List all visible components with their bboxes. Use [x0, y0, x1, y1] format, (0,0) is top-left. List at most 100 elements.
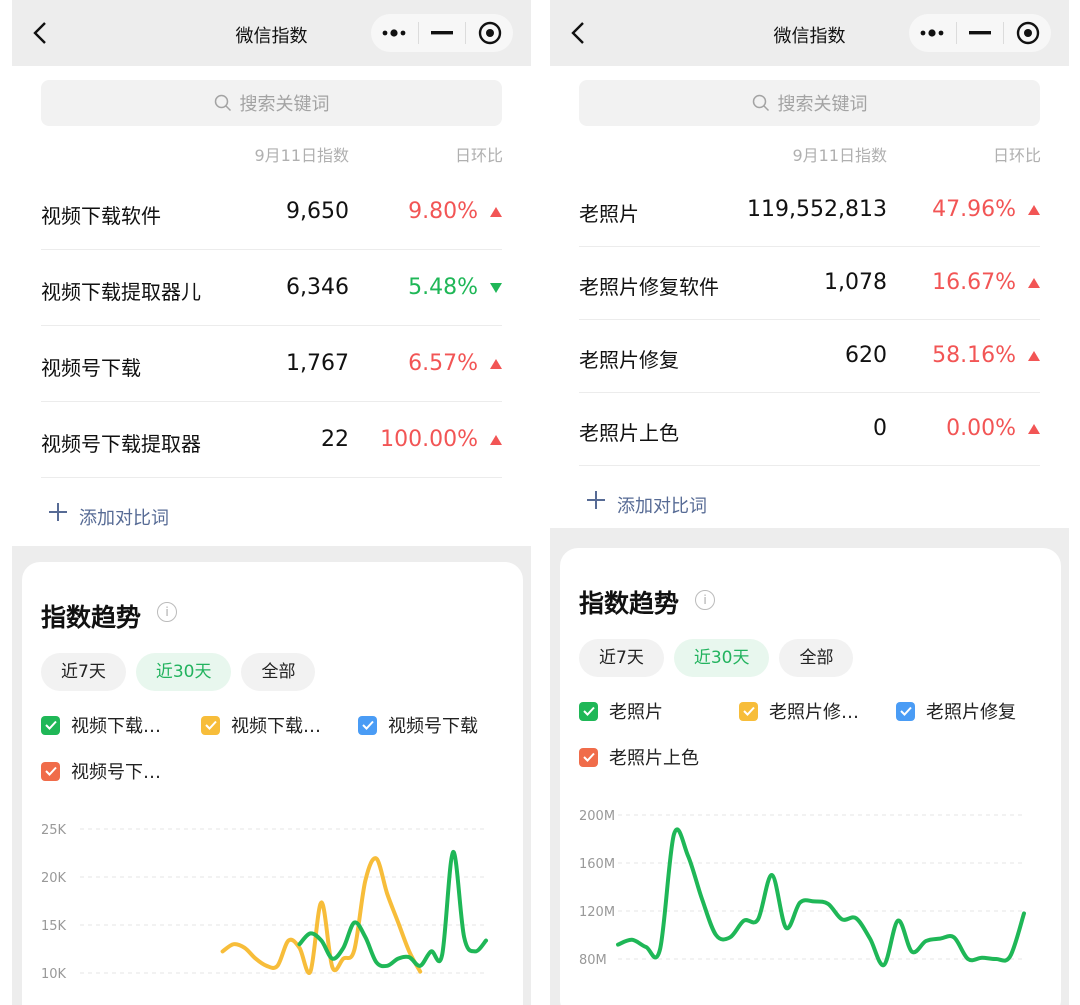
- search-placeholder: 搜索关键词: [777, 94, 868, 115]
- period-tab[interactable]: 近30天: [673, 639, 770, 677]
- y-tick-label: 25K: [41, 823, 67, 838]
- legend-label: 老照片上色: [609, 748, 699, 769]
- legend-item[interactable]: 视频下载…: [41, 712, 161, 738]
- day-over-day-ratio: 58.16%: [932, 343, 1016, 368]
- ratio-column-header: 日环比: [454, 146, 503, 165]
- search-icon: [752, 94, 769, 112]
- index-value: 1,767: [286, 351, 349, 376]
- day-over-day-ratio: 100.00%: [380, 427, 478, 452]
- keyword-term: 老照片修复: [579, 348, 679, 372]
- checkbox-icon: [41, 761, 60, 781]
- day-over-day-ratio: 47.96%: [932, 197, 1016, 222]
- index-value: 6,346: [286, 275, 349, 300]
- search-icon: [214, 94, 231, 112]
- plus-icon: [49, 503, 67, 521]
- legend-label: 老照片: [609, 702, 663, 723]
- ratio-column-header: 日环比: [992, 146, 1041, 165]
- period-tabs: 近7天 近30天 全部: [41, 653, 316, 691]
- day-over-day-ratio: 9.80%: [408, 199, 478, 224]
- add-compare-button[interactable]: 添加对比词: [550, 466, 1069, 536]
- close-circle-icon[interactable]: [1004, 14, 1051, 52]
- add-compare-label: 添加对比词: [79, 508, 169, 529]
- legend-item[interactable]: 视频号下载: [358, 712, 478, 738]
- checkbox-icon: [579, 747, 598, 767]
- checkbox-icon: [739, 701, 758, 721]
- trend-card: 指数趋势 i 近7天 近30天 全部 老照片 老照片修… 老照片修复 老照片上色 200M…: [560, 548, 1061, 1005]
- legend-item[interactable]: 视频下载…: [201, 712, 321, 738]
- y-tick-label: 20K: [41, 871, 67, 886]
- period-tab[interactable]: 全部: [779, 639, 854, 677]
- checkbox-icon: [41, 715, 60, 735]
- checkbox-icon: [579, 701, 598, 721]
- legend-item[interactable]: 老照片: [579, 698, 663, 724]
- date-column-header: 9月11日指数: [254, 146, 349, 165]
- search-input[interactable]: 搜索关键词: [579, 80, 1040, 126]
- index-value: 1,078: [824, 270, 887, 295]
- legend-item[interactable]: 老照片上色: [579, 744, 699, 770]
- checkbox-icon: [358, 715, 377, 735]
- legend-item[interactable]: 老照片修…: [739, 698, 859, 724]
- y-tick-label: 10K: [41, 967, 67, 982]
- trend-chart: 200M 160M 120M 80M: [579, 809, 1026, 968]
- trend-down-icon: [490, 282, 502, 293]
- keyword-row[interactable]: 老照片上色 0 0.00%: [579, 393, 1040, 466]
- add-compare-button[interactable]: 添加对比词: [12, 478, 531, 548]
- index-value: 9,650: [286, 199, 349, 224]
- keyword-row[interactable]: 视频号下载提取器 22 100.00%: [41, 402, 502, 478]
- capsule-menu: [371, 14, 513, 52]
- info-icon[interactable]: i: [157, 602, 177, 622]
- checkbox-icon: [201, 715, 220, 735]
- keyword-row[interactable]: 老照片修复软件 1,078 16.67%: [579, 247, 1040, 320]
- day-over-day-ratio: 16.67%: [932, 270, 1016, 295]
- series-line: [616, 827, 1026, 968]
- trend-up-icon: [1028, 424, 1040, 434]
- keyword-row[interactable]: 视频号下载 1,767 6.57%: [41, 326, 502, 402]
- add-compare-label: 添加对比词: [617, 496, 707, 517]
- search-input[interactable]: 搜索关键词: [41, 80, 502, 126]
- series-line: [220, 856, 423, 975]
- keyword-row[interactable]: 老照片 119,552,813 47.96%: [579, 174, 1040, 247]
- index-value: 22: [321, 427, 349, 452]
- info-icon[interactable]: i: [695, 590, 715, 610]
- keyword-term: 视频下载软件: [41, 204, 161, 228]
- keyword-list: 搜索关键词 9月11日指数 日环比 视频下载软件 9,650 9.80% 视频下载提取…: [12, 66, 531, 546]
- minimize-icon[interactable]: [957, 14, 1004, 52]
- legend-label: 视频下载…: [71, 716, 161, 737]
- day-over-day-ratio: 0.00%: [946, 416, 1016, 441]
- trend-title: 指数趋势: [41, 603, 142, 632]
- minimize-icon[interactable]: [419, 14, 466, 52]
- keyword-row[interactable]: 视频下载提取器儿 6,346 5.48%: [41, 250, 502, 326]
- legend-item[interactable]: 老照片修复: [896, 698, 1016, 724]
- y-tick-label: 120M: [579, 905, 615, 920]
- keyword-list: 搜索关键词 9月11日指数 日环比 老照片 119,552,813 47.96% 老照…: [550, 66, 1069, 528]
- close-circle-icon[interactable]: [466, 14, 513, 52]
- keyword-term: 老照片修复软件: [579, 275, 719, 299]
- plus-icon: [587, 491, 605, 509]
- period-tab[interactable]: 近7天: [41, 653, 126, 691]
- trend-card: 指数趋势 i 近7天 近30天 全部 视频下载… 视频下载… 视频号下载视频号下… 25…: [22, 562, 523, 1005]
- capsule-menu: [909, 14, 1051, 52]
- legend-label: 视频下载…: [231, 716, 321, 737]
- left-phone-screen: 微信指数 搜索关键词 9月11日指数 日环比 视频下载软件 9,650 9.80% 视…: [12, 0, 531, 1005]
- index-value: 119,552,813: [747, 197, 887, 222]
- trend-chart: 25K 20K 15K 10K: [41, 823, 488, 982]
- legend-item[interactable]: 视频号下…: [41, 758, 161, 784]
- period-tab[interactable]: 近30天: [135, 653, 232, 691]
- legend-label: 老照片修…: [769, 702, 859, 723]
- index-value: 620: [845, 343, 887, 368]
- more-icon[interactable]: [909, 14, 956, 52]
- search-placeholder: 搜索关键词: [239, 94, 330, 115]
- more-icon[interactable]: [371, 14, 418, 52]
- nav-bar: 微信指数: [12, 0, 531, 66]
- y-tick-label: 80M: [579, 953, 607, 968]
- keyword-row[interactable]: 视频下载软件 9,650 9.80%: [41, 174, 502, 250]
- legend-label: 老照片修复: [926, 702, 1016, 723]
- nav-bar: 微信指数: [550, 0, 1069, 66]
- keyword-term: 视频号下载提取器: [41, 432, 201, 456]
- y-tick-label: 160M: [579, 857, 615, 872]
- period-tab[interactable]: 近7天: [579, 639, 664, 677]
- keyword-term: 视频号下载: [41, 356, 141, 380]
- keyword-row[interactable]: 老照片修复 620 58.16%: [579, 320, 1040, 393]
- trend-title: 指数趋势: [579, 589, 680, 618]
- period-tab[interactable]: 全部: [241, 653, 316, 691]
